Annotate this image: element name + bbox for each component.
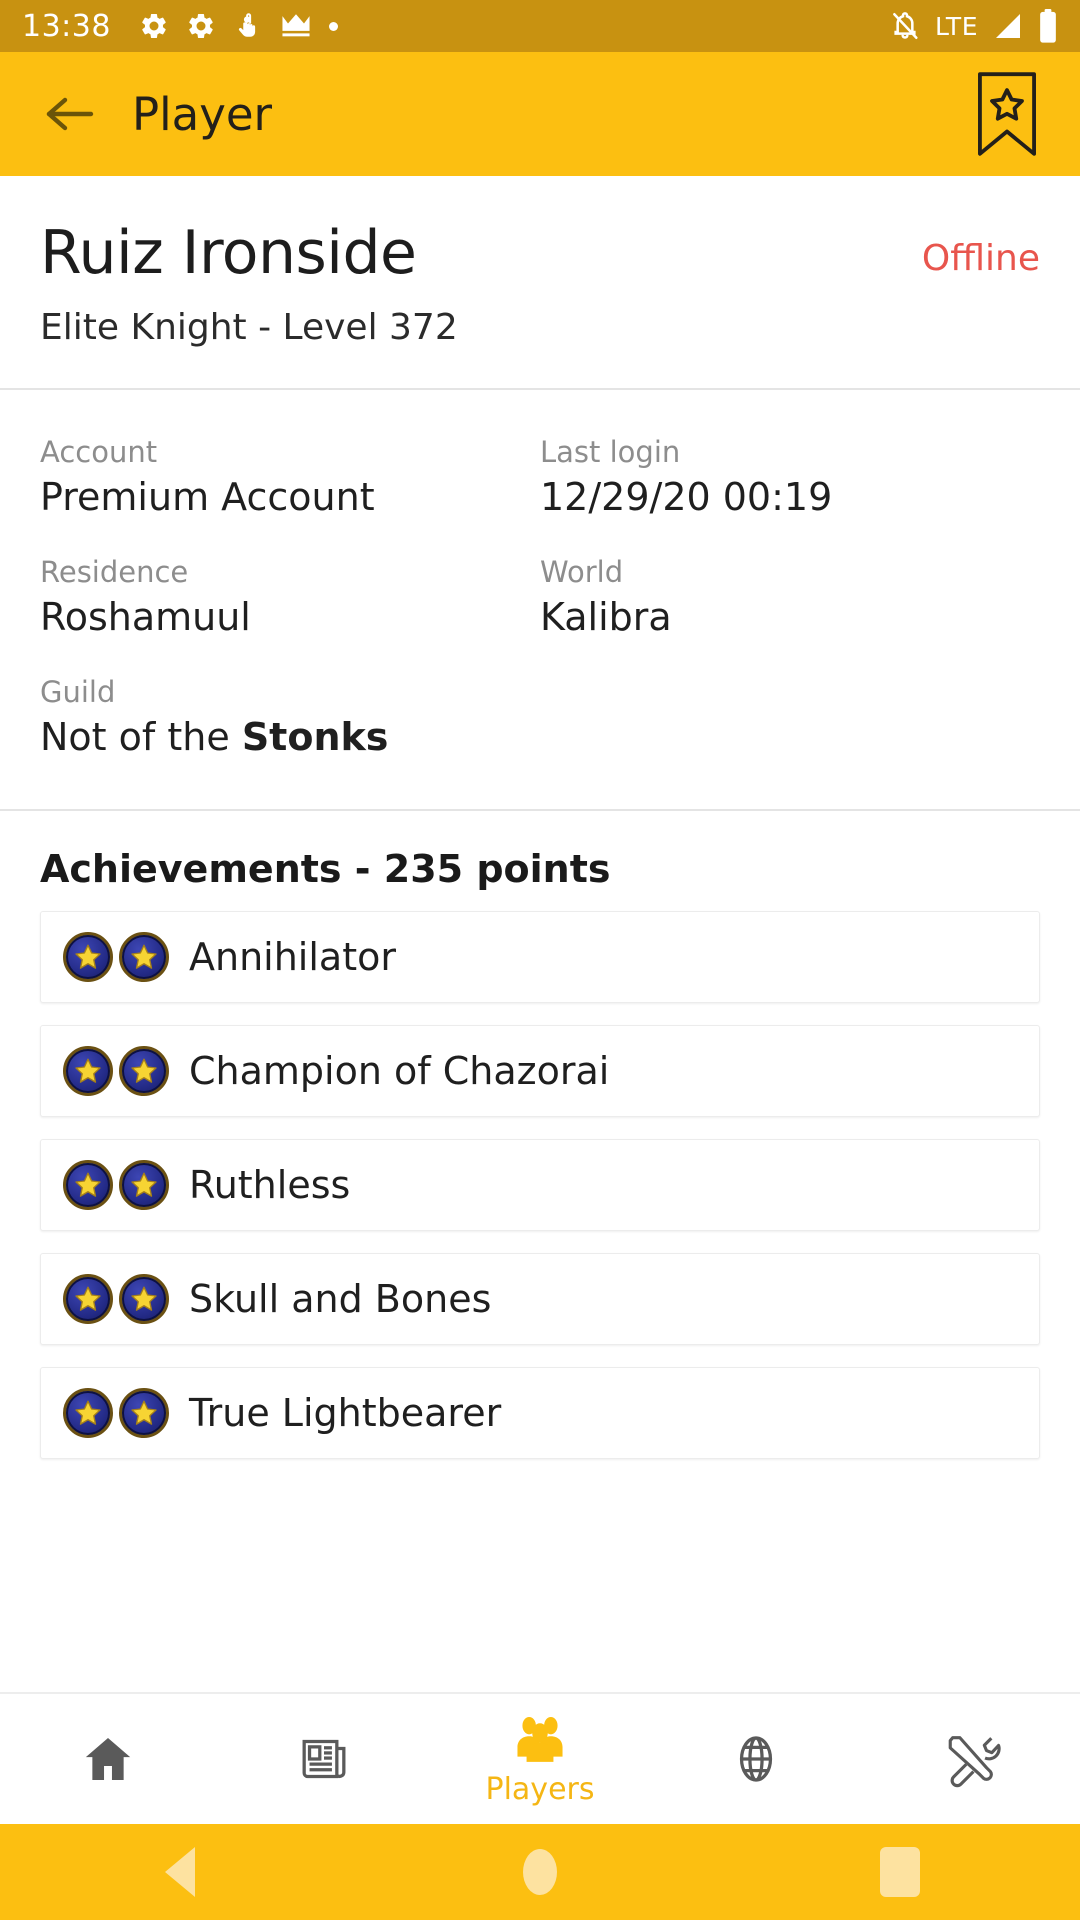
detail-value: Kalibra [540,595,672,639]
star-badge-icon [119,1388,169,1439]
achievement-name: Champion of Chazorai [189,1049,610,1094]
nav-item-home[interactable] [0,1694,216,1824]
detail-label: Guild [40,674,116,709]
achievement-stars [63,1046,169,1097]
dot-icon [328,21,338,31]
gear-icon [139,11,169,41]
detail-value: Roshamuul [40,595,251,639]
player-details-grid: Account Premium Account Last login 12/29… [0,390,1080,809]
globe-icon [739,1736,773,1782]
android-home-button[interactable] [480,1849,600,1895]
network-type-label: LTE [934,11,978,41]
nav-item-world[interactable] [648,1694,864,1824]
bottom-navigation: Players [0,1692,1080,1824]
achievement-stars [63,1274,169,1325]
player-name: Ruiz Ironside [40,218,417,288]
player-vocation-level: Elite Knight - Level 372 [40,307,458,348]
app-screen: 13:38 LTE Player Ruiz Ironside Offline E… [0,0,1080,1920]
achievements-heading: Achievements - 235 points [40,847,611,892]
guild-rank-text: Not of the [40,714,242,759]
bell-off-icon [889,10,921,42]
detail-label: Account [40,435,158,469]
player-header: Ruiz Ironside Offline Elite Knight - Lev… [0,176,1080,388]
gear-icon [186,11,216,41]
hand-touch-icon [233,11,263,41]
achievement-name: Skull and Bones [189,1277,492,1322]
achievements-section: Achievements - 235 points Annihilator Cha… [0,811,1080,1481]
crown-icon [280,11,312,41]
star-badge-icon [63,1160,113,1211]
home-icon [85,1738,131,1780]
detail-label: Residence [40,554,189,589]
star-badge-icon [119,1160,169,1211]
home-circle-icon [523,1849,557,1895]
detail-label: World [540,554,624,589]
recents-square-icon [880,1847,920,1897]
star-badge-icon [63,1046,113,1097]
detail-world: World Kalibra [540,540,1040,660]
main-content: Ruiz Ironside Offline Elite Knight - Lev… [0,176,1080,1692]
status-left-icons [139,11,338,41]
back-button[interactable] [34,79,104,149]
nav-item-tools[interactable] [864,1694,1080,1824]
detail-last-login: Last login 12/29/20 00:19 [540,420,1040,540]
android-navigation-bar [0,1824,1080,1920]
detail-value: Not of the Stonks [40,714,540,762]
detail-value: Premium Account [40,475,375,520]
detail-value: 12/29/20 00:19 [540,475,833,520]
details-row: Residence Roshamuul World Kalibra [40,540,1040,660]
android-recents-button[interactable] [840,1847,960,1897]
detail-empty [540,660,1040,780]
details-row: Account Premium Account Last login 12/29… [40,420,1040,540]
android-back-button[interactable] [120,1847,240,1897]
status-badge: Offline [921,238,1040,279]
signal-icon [992,11,1024,41]
star-badge-icon [119,932,169,983]
status-right-icons: LTE [889,9,1058,43]
achievement-stars [63,1160,169,1211]
detail-label: Last login [540,435,681,469]
tools-icon [948,1736,1001,1788]
achievement-name: Ruthless [189,1163,351,1208]
battery-icon [1038,9,1058,43]
achievement-row[interactable]: True Lightbearer [40,1367,1040,1460]
players-icon [517,1716,563,1762]
nav-item-news[interactable] [216,1694,432,1824]
star-badge-icon [63,932,113,983]
app-bar: Player [0,52,1080,176]
news-icon [302,1739,346,1779]
achievement-row[interactable]: Annihilator [40,911,1040,1004]
status-clock: 13:38 [22,8,111,44]
achievements-list: Annihilator Champion of Chazorai Ruthless S… [40,911,1040,1460]
details-row: Guild Not of the Stonks [40,660,1040,780]
achievement-row[interactable]: Skull and Bones [40,1253,1040,1346]
guild-name-text: Stonks [241,714,389,759]
achievement-stars [63,1388,169,1439]
back-triangle-icon [165,1847,195,1897]
bookmark-star-icon[interactable] [968,70,1046,158]
nav-item-players[interactable]: Players [432,1694,648,1824]
achievement-row[interactable]: Ruthless [40,1139,1040,1232]
star-badge-icon [63,1388,113,1439]
achievement-row[interactable]: Champion of Chazorai [40,1025,1040,1118]
detail-residence: Residence Roshamuul [40,540,540,660]
star-badge-icon [63,1274,113,1325]
achievement-name: Annihilator [189,935,396,980]
page-title: Player [132,87,273,141]
detail-guild: Guild Not of the Stonks [40,660,540,780]
status-bar: 13:38 LTE [0,0,1080,52]
star-badge-icon [119,1274,169,1325]
achievement-name: True Lightbearer [189,1391,502,1436]
detail-account: Account Premium Account [40,420,540,540]
nav-label-players: Players [485,1771,595,1807]
achievement-stars [63,932,169,983]
star-badge-icon [119,1046,169,1097]
